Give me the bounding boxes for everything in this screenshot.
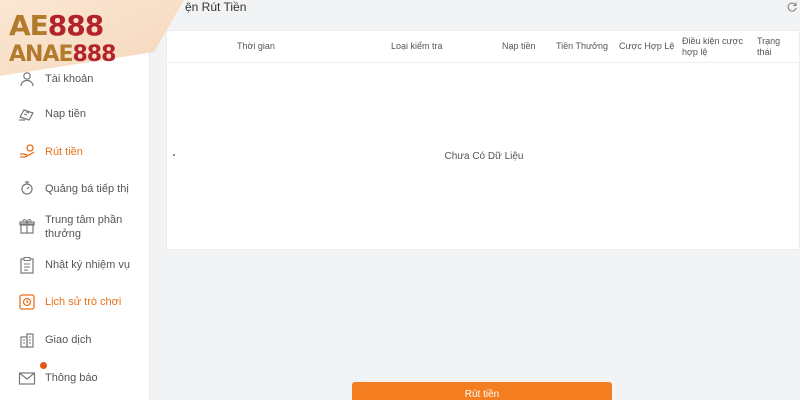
sidebar-item-game-history[interactable]: Lịch sử trò chơi	[18, 293, 121, 311]
column-header-valid-bet-condition: Điều kiện cược hợp lệ	[682, 36, 743, 57]
sidebar-item-label: Lịch sử trò chơi	[45, 296, 122, 308]
sidebar-item-label: Giao dịch	[45, 334, 92, 346]
withdraw-icon	[18, 143, 36, 161]
sidebar-item-transactions[interactable]: Giao dịch	[18, 331, 91, 349]
withdraw-history-table: Thời gian Loại kiểm tra Nạp tiền Tiền Th…	[166, 30, 800, 250]
sidebar-item-label: Quảng bá tiếp thị	[45, 183, 129, 195]
sidebar-item-label: Rút tiền	[45, 146, 83, 158]
logo-secondary: ANAE888	[9, 42, 116, 67]
sidebar-item-deposit[interactable]: Nạp tiền	[18, 105, 86, 123]
column-header-valid-bet: Cược Hợp Lệ	[619, 41, 675, 51]
withdraw-button[interactable]: Rút tiền	[352, 382, 612, 400]
empty-state-text: Chưa Có Dữ Liệu	[444, 151, 524, 162]
sidebar-item-label: Trung tâm phần thưởng	[45, 214, 123, 240]
logo-primary: AE888	[9, 9, 104, 42]
sidebar-item-task-log[interactable]: Nhật ký nhiệm vụ	[18, 256, 130, 274]
sidebar-item-label: Nạp tiền	[45, 108, 86, 120]
column-header-status: Trạng thái	[757, 36, 781, 57]
refresh-icon[interactable]	[786, 0, 798, 12]
page-title: ện Rút Tiền	[185, 0, 247, 14]
column-header-deposit: Nạp tiền	[502, 41, 536, 51]
sidebar-item-label: Thông báo	[45, 372, 98, 384]
notification-dot	[40, 362, 47, 369]
transactions-icon	[18, 331, 36, 349]
sidebar-item-rewards[interactable]: Trung tâm phần thưởng	[18, 213, 135, 241]
sidebar-item-withdraw[interactable]: Rút tiền	[18, 143, 83, 161]
game-history-icon	[18, 293, 36, 311]
column-header-time: Thời gian	[237, 41, 275, 51]
gift-icon	[18, 217, 36, 235]
column-header-check-type: Loại kiểm tra	[391, 41, 443, 51]
deposit-icon	[18, 105, 36, 123]
sidebar-item-marketing[interactable]: Quảng bá tiếp thị	[18, 180, 129, 198]
marketing-icon	[18, 180, 36, 198]
sidebar-item-notifications[interactable]: Thông báo	[18, 362, 98, 387]
task-log-icon	[18, 256, 36, 274]
sidebar-item-label: Nhật ký nhiệm vụ	[45, 259, 130, 271]
mail-icon	[18, 369, 36, 387]
logo-banner: AE888 ANAE888	[0, 0, 184, 76]
column-header-bonus: Tiền Thưởng	[556, 41, 608, 51]
table-header: Thời gian Loại kiểm tra Nạp tiền Tiền Th…	[167, 31, 799, 63]
